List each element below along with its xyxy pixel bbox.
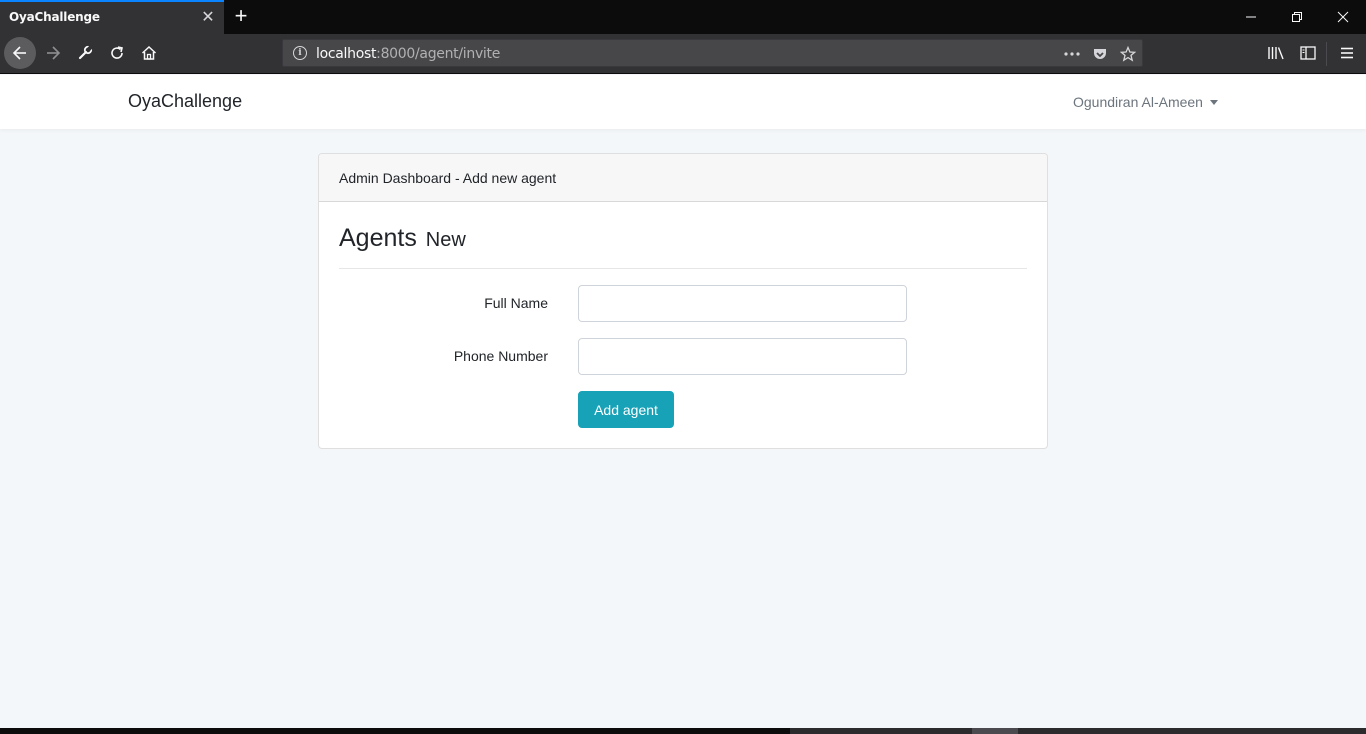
- site-navbar: OyaChallenge Ogundiran Al-Ameen: [0, 75, 1366, 129]
- bookmark-star-icon[interactable]: [1118, 44, 1138, 64]
- user-dropdown[interactable]: Ogundiran Al-Ameen: [1073, 94, 1218, 110]
- add-agent-button[interactable]: Add agent: [578, 391, 674, 428]
- page-title: Agents New: [339, 224, 466, 253]
- card-header-title: Admin Dashboard - Add new agent: [339, 170, 557, 186]
- toolbar-divider: [1326, 42, 1327, 66]
- bottom-strip-segment: [790, 728, 1366, 734]
- tab-title: OyaChallenge: [9, 10, 100, 24]
- back-arrow-icon[interactable]: [4, 37, 36, 69]
- menu-hamburger-icon[interactable]: [1331, 37, 1363, 69]
- url-host: localhost: [316, 46, 377, 62]
- add-agent-card: Admin Dashboard - Add new agent Agents N…: [318, 153, 1048, 449]
- title-divider: [339, 268, 1027, 269]
- caret-down-icon: [1209, 99, 1218, 105]
- card-header: Admin Dashboard - Add new agent: [319, 154, 1047, 202]
- browser-tab-strip: OyaChallenge ✕ +: [0, 0, 1366, 34]
- browser-tab-active[interactable]: OyaChallenge ✕: [0, 0, 224, 34]
- minimize-icon[interactable]: [1228, 0, 1274, 34]
- window-close-icon[interactable]: [1320, 0, 1366, 34]
- address-bar[interactable]: i localhost:8000/agent/invite: [282, 39, 1143, 67]
- brand-link[interactable]: OyaChallenge: [128, 91, 242, 112]
- user-name: Ogundiran Al-Ameen: [1073, 94, 1203, 110]
- tab-close-icon[interactable]: ✕: [198, 8, 218, 28]
- pocket-icon[interactable]: [1090, 44, 1110, 64]
- address-url: localhost:8000/agent/invite: [316, 46, 500, 62]
- reload-icon[interactable]: [101, 37, 133, 69]
- home-icon[interactable]: [133, 37, 165, 69]
- restore-icon[interactable]: [1274, 0, 1320, 34]
- full-name-input[interactable]: [578, 285, 907, 322]
- sidebar-icon[interactable]: [1292, 37, 1324, 69]
- new-tab-icon[interactable]: +: [230, 4, 252, 28]
- full-name-label: Full Name: [484, 295, 548, 311]
- library-icon[interactable]: [1260, 37, 1292, 69]
- bottom-strip-highlight: [972, 728, 1018, 734]
- wrench-icon[interactable]: [69, 37, 101, 69]
- page-actions-icon[interactable]: [1062, 44, 1082, 64]
- bottom-strip: [0, 728, 1366, 734]
- page-title-main: Agents: [339, 224, 417, 252]
- url-path: :8000/agent/invite: [376, 46, 501, 62]
- forward-arrow-icon[interactable]: [37, 37, 69, 69]
- page-title-subtitle: New: [425, 229, 466, 251]
- site-info-icon[interactable]: i: [293, 46, 307, 60]
- phone-number-label: Phone Number: [453, 348, 548, 364]
- browser-toolbar: i localhost:8000/agent/invite: [0, 34, 1366, 74]
- phone-number-input[interactable]: [578, 338, 907, 375]
